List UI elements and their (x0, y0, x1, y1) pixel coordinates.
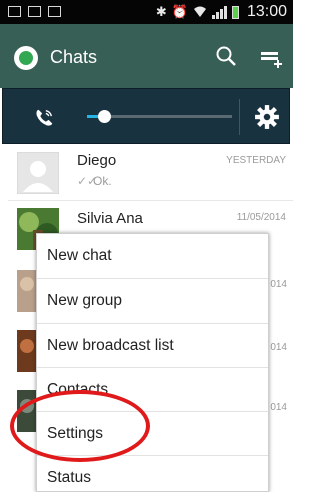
signal-icon (211, 5, 227, 19)
call-icon[interactable] (33, 107, 55, 129)
menu-item-new-group[interactable]: New group (37, 279, 268, 323)
avatar (17, 152, 59, 194)
brightness-slider[interactable] (87, 110, 232, 123)
chat-name: Silvia Ana (77, 210, 143, 227)
alarm-icon: ⏰ (171, 4, 188, 20)
menu-item-label: New broadcast list (47, 337, 174, 354)
divider (239, 99, 240, 135)
clipboard-icon (48, 6, 61, 17)
new-chat-icon[interactable] (260, 46, 284, 70)
chat-time: 014 (270, 279, 287, 290)
avatar (17, 330, 37, 372)
status-bar: ✱ ⏰ 13:00 (0, 0, 293, 24)
chat-name: Diego (77, 152, 117, 169)
clock: 13:00 (246, 3, 287, 20)
chat-time: YESTERDAY (226, 155, 286, 166)
chat-time: 014 (270, 402, 287, 413)
chat-time: 11/05/2014 (236, 212, 286, 223)
avatar (17, 270, 37, 312)
menu-item-label: New group (47, 292, 122, 309)
chat-last-message: Ok. (93, 174, 112, 188)
notification-icons (8, 6, 61, 17)
battery-icon (231, 5, 239, 19)
gear-icon[interactable] (254, 104, 280, 130)
mail-icon (8, 6, 21, 17)
divider (8, 200, 293, 201)
menu-item-new-chat[interactable]: New chat (37, 234, 268, 278)
menu-item-new-broadcast-list[interactable]: New broadcast list (37, 324, 268, 368)
system-icons: ✱ ⏰ 13:00 (156, 3, 287, 21)
chat-time: 014 (270, 342, 287, 353)
search-icon[interactable] (214, 44, 238, 68)
menu-item-label: Status (47, 469, 91, 486)
quick-settings-panel (2, 88, 290, 144)
menu-item-label: New chat (47, 247, 112, 264)
annotation-circle (10, 390, 150, 462)
bluetooth-icon: ✱ (155, 4, 167, 20)
whatsapp-logo-icon[interactable] (14, 46, 38, 70)
upload-icon (28, 6, 41, 17)
chat-row-diego[interactable]: Diego ✓✓ Ok. YESTERDAY (0, 148, 293, 208)
page-title: Chats (50, 47, 98, 67)
slider-knob[interactable] (98, 110, 112, 123)
wifi-icon (193, 6, 206, 17)
action-bar: Chats (0, 24, 293, 88)
